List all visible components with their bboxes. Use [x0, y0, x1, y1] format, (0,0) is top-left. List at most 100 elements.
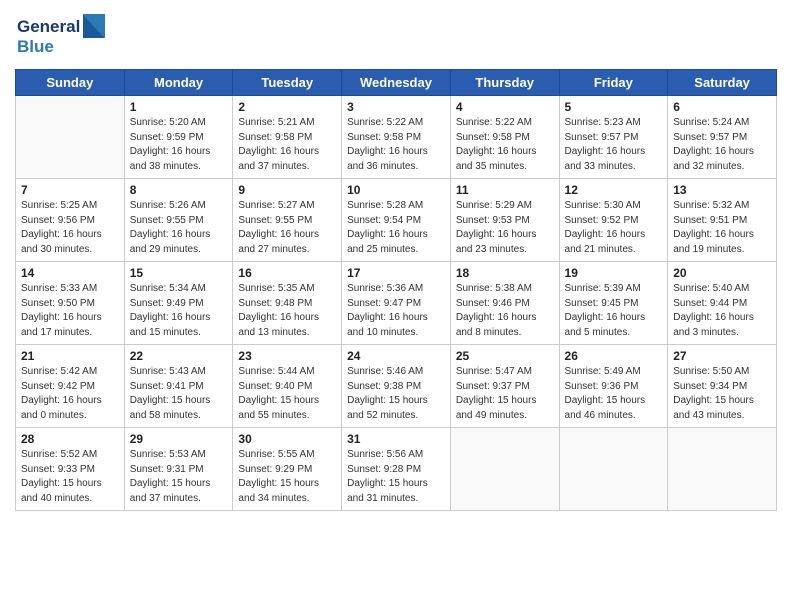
- calendar-day-cell: 24 Sunrise: 5:46 AM Sunset: 9:38 PM Dayli…: [342, 345, 451, 428]
- day-info: Sunrise: 5:55 AM Sunset: 9:29 PM Dayligh…: [238, 448, 336, 506]
- day-info: Sunrise: 5:38 AM Sunset: 9:46 PM Dayligh…: [456, 282, 554, 340]
- calendar-week-row: 21Sunrise: 5:42 AM Sunset: 9:42 PM Dayli…: [16, 345, 777, 428]
- day-number: 13: [673, 183, 771, 197]
- day-info: Sunrise: 5:42 AM Sunset: 9:42 PM Dayligh…: [21, 365, 119, 423]
- weekday-header-saturday: Saturday: [668, 70, 777, 96]
- day-number: 4: [456, 100, 554, 114]
- calendar-day-cell: 11 Sunrise: 5:29 AM Sunset: 9:53 PM Dayli…: [450, 179, 559, 262]
- day-info: Sunrise: 5:29 AM Sunset: 9:53 PM Dayligh…: [456, 199, 554, 257]
- day-number: 7: [21, 183, 119, 197]
- calendar-day-cell: 9Sunrise: 5:27 AM Sunset: 9:55 PM Daylig…: [233, 179, 342, 262]
- day-info: Sunrise: 5:24 AM Sunset: 9:57 PM Dayligh…: [673, 116, 771, 174]
- day-number: 23: [238, 349, 336, 363]
- day-info: Sunrise: 5:49 AM Sunset: 9:36 PM Dayligh…: [565, 365, 663, 423]
- calendar-day-cell: [559, 428, 668, 511]
- calendar-day-cell: 21Sunrise: 5:42 AM Sunset: 9:42 PM Dayli…: [16, 345, 125, 428]
- day-number: 6: [673, 100, 771, 114]
- calendar-day-cell: 25 Sunrise: 5:47 AM Sunset: 9:37 PM Dayli…: [450, 345, 559, 428]
- calendar-week-row: 14 Sunrise: 5:33 AM Sunset: 9:50 PM Dayli…: [16, 262, 777, 345]
- day-info: Sunrise: 5:26 AM Sunset: 9:55 PM Dayligh…: [130, 199, 228, 257]
- day-info: Sunrise: 5:25 AM Sunset: 9:56 PM Dayligh…: [21, 199, 119, 257]
- day-number: 17: [347, 266, 445, 280]
- day-info: Sunrise: 5:52 AM Sunset: 9:33 PM Dayligh…: [21, 448, 119, 506]
- calendar-day-cell: [668, 428, 777, 511]
- day-number: 31: [347, 432, 445, 446]
- day-number: 29: [130, 432, 228, 446]
- day-info: Sunrise: 5:40 AM Sunset: 9:44 PM Dayligh…: [673, 282, 771, 340]
- calendar-day-cell: 20 Sunrise: 5:40 AM Sunset: 9:44 PM Dayli…: [668, 262, 777, 345]
- calendar-day-cell: 12 Sunrise: 5:30 AM Sunset: 9:52 PM Dayli…: [559, 179, 668, 262]
- calendar-day-cell: 17 Sunrise: 5:36 AM Sunset: 9:47 PM Dayli…: [342, 262, 451, 345]
- day-number: 1: [130, 100, 228, 114]
- svg-text:Blue: Blue: [17, 37, 54, 56]
- day-info: Sunrise: 5:35 AM Sunset: 9:48 PM Dayligh…: [238, 282, 336, 340]
- day-info: Sunrise: 5:30 AM Sunset: 9:52 PM Dayligh…: [565, 199, 663, 257]
- weekday-header-thursday: Thursday: [450, 70, 559, 96]
- day-number: 8: [130, 183, 228, 197]
- weekday-header-monday: Monday: [124, 70, 233, 96]
- day-info: Sunrise: 5:46 AM Sunset: 9:38 PM Dayligh…: [347, 365, 445, 423]
- calendar-day-cell: 7 Sunrise: 5:25 AM Sunset: 9:56 PM Daylig…: [16, 179, 125, 262]
- day-number: 20: [673, 266, 771, 280]
- calendar-day-cell: 18 Sunrise: 5:38 AM Sunset: 9:46 PM Dayli…: [450, 262, 559, 345]
- calendar-day-cell: 31 Sunrise: 5:56 AM Sunset: 9:28 PM Dayli…: [342, 428, 451, 511]
- page: General Blue SundayMondayTuesdayWednesda…: [0, 0, 792, 526]
- day-info: Sunrise: 5:27 AM Sunset: 9:55 PM Dayligh…: [238, 199, 336, 257]
- day-number: 25: [456, 349, 554, 363]
- day-number: 30: [238, 432, 336, 446]
- weekday-header-wednesday: Wednesday: [342, 70, 451, 96]
- day-info: Sunrise: 5:22 AM Sunset: 9:58 PM Dayligh…: [456, 116, 554, 174]
- day-info: Sunrise: 5:21 AM Sunset: 9:58 PM Dayligh…: [238, 116, 336, 174]
- calendar-day-cell: [16, 96, 125, 179]
- calendar-day-cell: 1Sunrise: 5:20 AM Sunset: 9:59 PM Daylig…: [124, 96, 233, 179]
- day-info: Sunrise: 5:53 AM Sunset: 9:31 PM Dayligh…: [130, 448, 228, 506]
- calendar-day-cell: 6 Sunrise: 5:24 AM Sunset: 9:57 PM Daylig…: [668, 96, 777, 179]
- day-number: 11: [456, 183, 554, 197]
- calendar-day-cell: 10 Sunrise: 5:28 AM Sunset: 9:54 PM Dayli…: [342, 179, 451, 262]
- calendar-day-cell: 13Sunrise: 5:32 AM Sunset: 9:51 PM Dayli…: [668, 179, 777, 262]
- day-number: 24: [347, 349, 445, 363]
- day-number: 5: [565, 100, 663, 114]
- day-number: 10: [347, 183, 445, 197]
- calendar-day-cell: [450, 428, 559, 511]
- day-number: 14: [21, 266, 119, 280]
- day-info: Sunrise: 5:23 AM Sunset: 9:57 PM Dayligh…: [565, 116, 663, 174]
- calendar-day-cell: 8 Sunrise: 5:26 AM Sunset: 9:55 PM Daylig…: [124, 179, 233, 262]
- day-number: 28: [21, 432, 119, 446]
- day-number: 15: [130, 266, 228, 280]
- day-number: 19: [565, 266, 663, 280]
- weekday-header-friday: Friday: [559, 70, 668, 96]
- day-info: Sunrise: 5:50 AM Sunset: 9:34 PM Dayligh…: [673, 365, 771, 423]
- calendar-day-cell: 2 Sunrise: 5:21 AM Sunset: 9:58 PM Daylig…: [233, 96, 342, 179]
- weekday-header-tuesday: Tuesday: [233, 70, 342, 96]
- day-info: Sunrise: 5:47 AM Sunset: 9:37 PM Dayligh…: [456, 365, 554, 423]
- day-info: Sunrise: 5:36 AM Sunset: 9:47 PM Dayligh…: [347, 282, 445, 340]
- day-info: Sunrise: 5:22 AM Sunset: 9:58 PM Dayligh…: [347, 116, 445, 174]
- calendar-day-cell: 16 Sunrise: 5:35 AM Sunset: 9:48 PM Dayli…: [233, 262, 342, 345]
- calendar-day-cell: 15 Sunrise: 5:34 AM Sunset: 9:49 PM Dayli…: [124, 262, 233, 345]
- day-number: 3: [347, 100, 445, 114]
- logo-icon: General Blue: [15, 10, 120, 58]
- day-info: Sunrise: 5:28 AM Sunset: 9:54 PM Dayligh…: [347, 199, 445, 257]
- calendar-day-cell: 3 Sunrise: 5:22 AM Sunset: 9:58 PM Daylig…: [342, 96, 451, 179]
- day-number: 2: [238, 100, 336, 114]
- day-number: 18: [456, 266, 554, 280]
- calendar-day-cell: 26Sunrise: 5:49 AM Sunset: 9:36 PM Dayli…: [559, 345, 668, 428]
- day-number: 12: [565, 183, 663, 197]
- day-info: Sunrise: 5:56 AM Sunset: 9:28 PM Dayligh…: [347, 448, 445, 506]
- weekday-header-row: SundayMondayTuesdayWednesdayThursdayFrid…: [16, 70, 777, 96]
- calendar-day-cell: 30 Sunrise: 5:55 AM Sunset: 9:29 PM Dayli…: [233, 428, 342, 511]
- svg-text:General: General: [17, 17, 80, 36]
- calendar-day-cell: 19Sunrise: 5:39 AM Sunset: 9:45 PM Dayli…: [559, 262, 668, 345]
- day-info: Sunrise: 5:34 AM Sunset: 9:49 PM Dayligh…: [130, 282, 228, 340]
- calendar-day-cell: 27Sunrise: 5:50 AM Sunset: 9:34 PM Dayli…: [668, 345, 777, 428]
- day-info: Sunrise: 5:33 AM Sunset: 9:50 PM Dayligh…: [21, 282, 119, 340]
- day-number: 22: [130, 349, 228, 363]
- calendar-day-cell: 29 Sunrise: 5:53 AM Sunset: 9:31 PM Dayli…: [124, 428, 233, 511]
- day-info: Sunrise: 5:44 AM Sunset: 9:40 PM Dayligh…: [238, 365, 336, 423]
- weekday-header-sunday: Sunday: [16, 70, 125, 96]
- day-number: 16: [238, 266, 336, 280]
- calendar-day-cell: 23 Sunrise: 5:44 AM Sunset: 9:40 PM Dayli…: [233, 345, 342, 428]
- calendar-day-cell: 4 Sunrise: 5:22 AM Sunset: 9:58 PM Daylig…: [450, 96, 559, 179]
- header: General Blue: [15, 10, 777, 63]
